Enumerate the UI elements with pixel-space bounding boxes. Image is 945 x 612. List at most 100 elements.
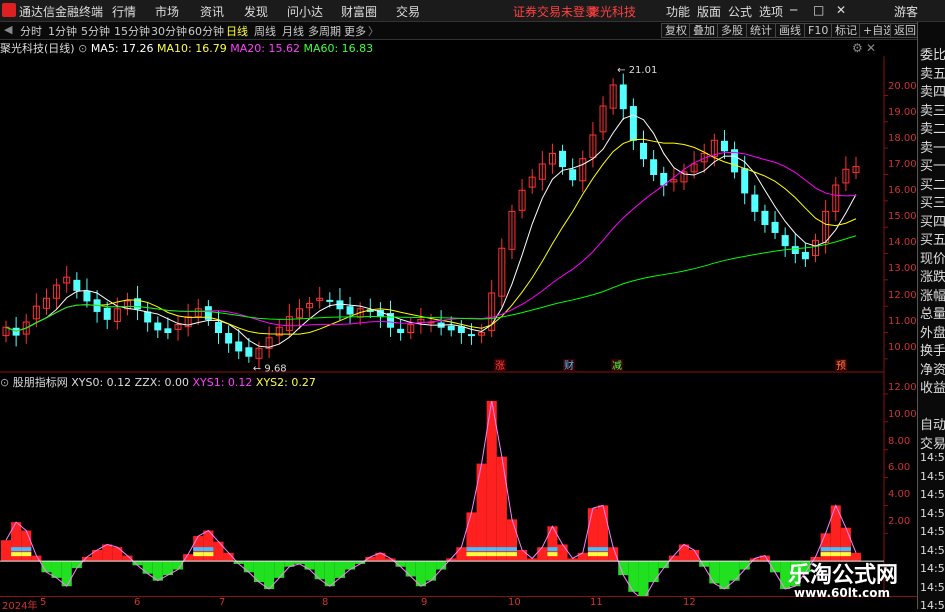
price-tick: 20.00 (888, 81, 917, 92)
event-marker: 减 (612, 360, 622, 372)
candle-body (801, 251, 809, 260)
watermark-url: www.60lt.com (794, 586, 891, 600)
candle-body (12, 327, 20, 336)
indicator-bar (709, 561, 720, 584)
ind-tick: 10.00 (888, 409, 917, 420)
indicator-bar (314, 561, 325, 580)
side-panel-label: 14:56 (920, 469, 945, 483)
indicator-bar (425, 561, 437, 581)
indicator-bar (648, 561, 659, 583)
candle-body (73, 279, 81, 291)
side-panel-label: 14:56 (920, 525, 945, 538)
indicator-bar (608, 547, 619, 562)
low-annotation: ← 9.68 (253, 363, 287, 374)
ind-tick: 12.00 (888, 382, 917, 393)
zzx-value: ZZX: 0.00 (134, 376, 189, 389)
indicator-band (11, 547, 22, 552)
side-panel-label: 14:56 (920, 451, 945, 464)
watermark: 乐淘公式网 www.60lt.com (780, 555, 914, 605)
kline-chart[interactable]: ← 21.01 ← 9.68 涨 财 减 预 (0, 0, 945, 609)
indicator-band (587, 547, 598, 552)
indicator-bar (557, 544, 568, 562)
indicator-bar (172, 561, 184, 570)
date-label: 2024年 (2, 601, 38, 612)
candle-body (154, 322, 162, 331)
indicator-band (597, 552, 609, 557)
indicator-band (506, 552, 518, 557)
candle-body (397, 328, 405, 333)
indicator-bar (628, 561, 639, 592)
price-tick: 14.00 (888, 237, 917, 248)
date-label: 7 (219, 597, 226, 608)
side-panel-label: 换手 (920, 344, 945, 359)
ind-tick: 8.00 (888, 436, 911, 447)
indicator-band (486, 552, 497, 557)
price-tick: 12.00 (888, 290, 917, 301)
date-label: 6 (134, 597, 141, 608)
side-panel-label: 卖二 (920, 122, 945, 137)
side-panel-label: 净资 (920, 362, 945, 378)
xys1-value: XYS1: 0.12 (192, 376, 253, 389)
price-tick: 15.00 (888, 211, 917, 222)
side-panel-label[interactable]: 交易 (920, 433, 945, 452)
xys2-value: XYS2: 0.27 (255, 376, 316, 389)
indicator-band (547, 552, 558, 557)
side-panel-label: 14:56 (920, 488, 945, 501)
candle-body (326, 299, 334, 302)
date-label: 5 (40, 597, 47, 608)
side-panel-label: 现价 (920, 251, 945, 267)
indicator-band (476, 552, 487, 557)
side-panel-label: 涨跌 (920, 270, 945, 285)
indicator-band (587, 552, 598, 557)
indicator-bar (517, 550, 528, 562)
indicator-bar (496, 456, 507, 562)
indicator-band (466, 552, 477, 557)
candle-body (215, 321, 222, 334)
side-panel-label: 买三 (920, 196, 945, 211)
indicator-info-line: ⊙ 股朋指标网 XYS0: 0.12 ZZX: 0.00 XYS1: 0.12 … (0, 374, 316, 389)
side-panel-label: 卖五 (920, 66, 945, 82)
candle-body (559, 150, 567, 168)
side-panel-label: 卖三 (920, 103, 945, 119)
ma20-line (5, 151, 857, 332)
indicator-bar (112, 547, 123, 562)
indicator-band (486, 547, 497, 552)
side-panel-label[interactable]: 自动 (920, 414, 945, 433)
price-tick: 18.00 (888, 133, 917, 144)
indicator-bar (537, 547, 548, 562)
indicator-band (11, 552, 22, 557)
candle-body (103, 307, 111, 320)
ma10-line (5, 138, 857, 335)
event-marker: 财 (564, 359, 574, 372)
side-panel-label: 委比 (920, 48, 945, 63)
candle-body (569, 169, 577, 181)
indicator-bar (142, 561, 153, 574)
indicator-name[interactable]: 股朋指标网 (13, 376, 68, 389)
indicator-collapse-icon[interactable]: ⊙ (0, 376, 9, 389)
indicator-band (496, 547, 507, 552)
side-panel-label: 14:56 (920, 506, 945, 520)
price-tick: 16.00 (888, 185, 917, 196)
side-panel-label: 买一 (920, 159, 945, 174)
candle-body (619, 84, 627, 110)
side-panel-label: 卖一 (920, 140, 945, 156)
side-panel-label: 买五 (920, 233, 945, 248)
indicator-bar (405, 561, 416, 577)
indicator-bar (344, 561, 356, 570)
candle-body (447, 325, 455, 331)
indicator-band (506, 547, 518, 552)
candle-body (83, 290, 91, 302)
indicator-bar (658, 561, 669, 569)
ind-tick: 4.00 (888, 489, 911, 500)
indicator-band (496, 552, 507, 557)
indicator-band (21, 547, 32, 552)
price-tick: 19.00 (888, 107, 917, 118)
date-label: 9 (421, 597, 428, 608)
price-tick: 13.00 (888, 263, 917, 274)
candle-body (629, 106, 637, 141)
indicator-bar (243, 561, 254, 573)
indicator-bar (92, 550, 103, 562)
indicator-band (547, 547, 558, 552)
indicator-bar (729, 561, 740, 581)
indicator-band (820, 547, 831, 552)
